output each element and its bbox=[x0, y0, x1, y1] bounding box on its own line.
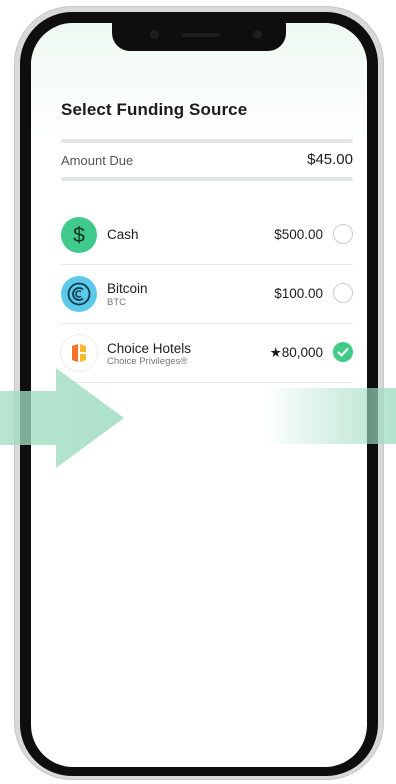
amount-top-divider bbox=[61, 139, 353, 143]
page-title: Select Funding Source bbox=[61, 100, 248, 119]
bitcoin-icon bbox=[61, 276, 97, 312]
phone-screen bbox=[31, 23, 367, 767]
amount-due-value: $45.00 bbox=[307, 151, 353, 168]
checkmark-icon bbox=[337, 347, 349, 357]
source-subtitle: BTC bbox=[107, 297, 126, 308]
funding-source-bitcoin[interactable]: Bitcoin BTC $100.00 bbox=[61, 265, 353, 323]
phone-notch bbox=[112, 23, 286, 51]
amount-due-label: Amount Due bbox=[61, 153, 134, 168]
sensor-icon bbox=[253, 30, 262, 39]
source-balance: $100.00 bbox=[274, 286, 323, 301]
row-divider bbox=[61, 382, 353, 383]
funding-source-cash[interactable]: $ Cash $500.00 bbox=[61, 206, 353, 264]
cash-radio[interactable] bbox=[333, 224, 353, 244]
choice-hotels-radio-checked[interactable] bbox=[333, 342, 353, 362]
stage: Select Funding Source Amount Due $45.00 … bbox=[0, 0, 396, 784]
source-name: Cash bbox=[107, 227, 139, 242]
speaker-grille bbox=[182, 33, 220, 37]
source-balance: $500.00 bbox=[274, 227, 323, 242]
svg-text:$: $ bbox=[73, 224, 85, 247]
amount-bottom-divider bbox=[61, 177, 353, 181]
source-name: Bitcoin bbox=[107, 281, 148, 296]
front-camera-icon bbox=[150, 30, 159, 39]
source-subtitle: Choice Privileges® bbox=[107, 356, 188, 367]
source-name: Choice Hotels bbox=[107, 341, 192, 356]
funding-source-choice-hotels[interactable]: Choice Hotels Choice Privileges® ★80,000 bbox=[61, 324, 353, 382]
choice-hotels-logo-icon bbox=[61, 335, 97, 371]
bitcoin-radio[interactable] bbox=[333, 283, 353, 303]
source-balance: ★80,000 bbox=[269, 345, 323, 360]
dollar-sign-icon: $ bbox=[61, 217, 97, 253]
